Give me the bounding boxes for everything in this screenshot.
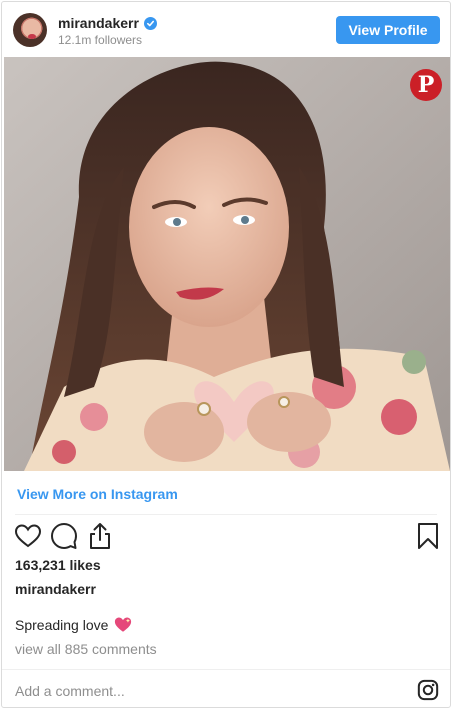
share-icon[interactable] — [86, 522, 114, 550]
username-row: mirandakerr — [58, 15, 157, 31]
caption-username[interactable]: mirandakerr — [15, 581, 96, 597]
instagram-embed-card: mirandakerr 12.1m followers View Profile — [1, 1, 451, 708]
add-comment-input[interactable]: Add a comment... — [15, 683, 125, 699]
verified-badge-icon — [143, 16, 157, 30]
pinterest-icon[interactable]: P — [410, 69, 442, 101]
username[interactable]: mirandakerr — [58, 15, 139, 31]
caption-text: Spreading love — [15, 616, 109, 633]
view-comments-link[interactable]: view all 885 comments — [15, 641, 157, 657]
portrait-image — [4, 57, 450, 471]
avatar[interactable] — [13, 13, 47, 47]
heart-icon[interactable] — [14, 522, 42, 550]
view-more-link[interactable]: View More on Instagram — [17, 486, 178, 502]
like-count[interactable]: 163,231 likes — [15, 557, 101, 573]
divider — [15, 514, 437, 515]
divider — [2, 669, 450, 670]
post-header: mirandakerr 12.1m followers View Profile — [2, 2, 450, 56]
post-photo[interactable]: P — [4, 57, 450, 471]
action-bar — [14, 522, 440, 552]
comment-icon[interactable] — [50, 522, 78, 550]
instagram-logo-icon[interactable] — [417, 679, 439, 701]
pinterest-glyph: P — [417, 72, 435, 98]
view-profile-button[interactable]: View Profile — [336, 16, 440, 44]
caption: Spreading love — [15, 616, 132, 633]
sparkling-heart-icon — [115, 617, 132, 632]
follower-count: 12.1m followers — [58, 33, 143, 47]
bookmark-icon[interactable] — [414, 522, 442, 550]
